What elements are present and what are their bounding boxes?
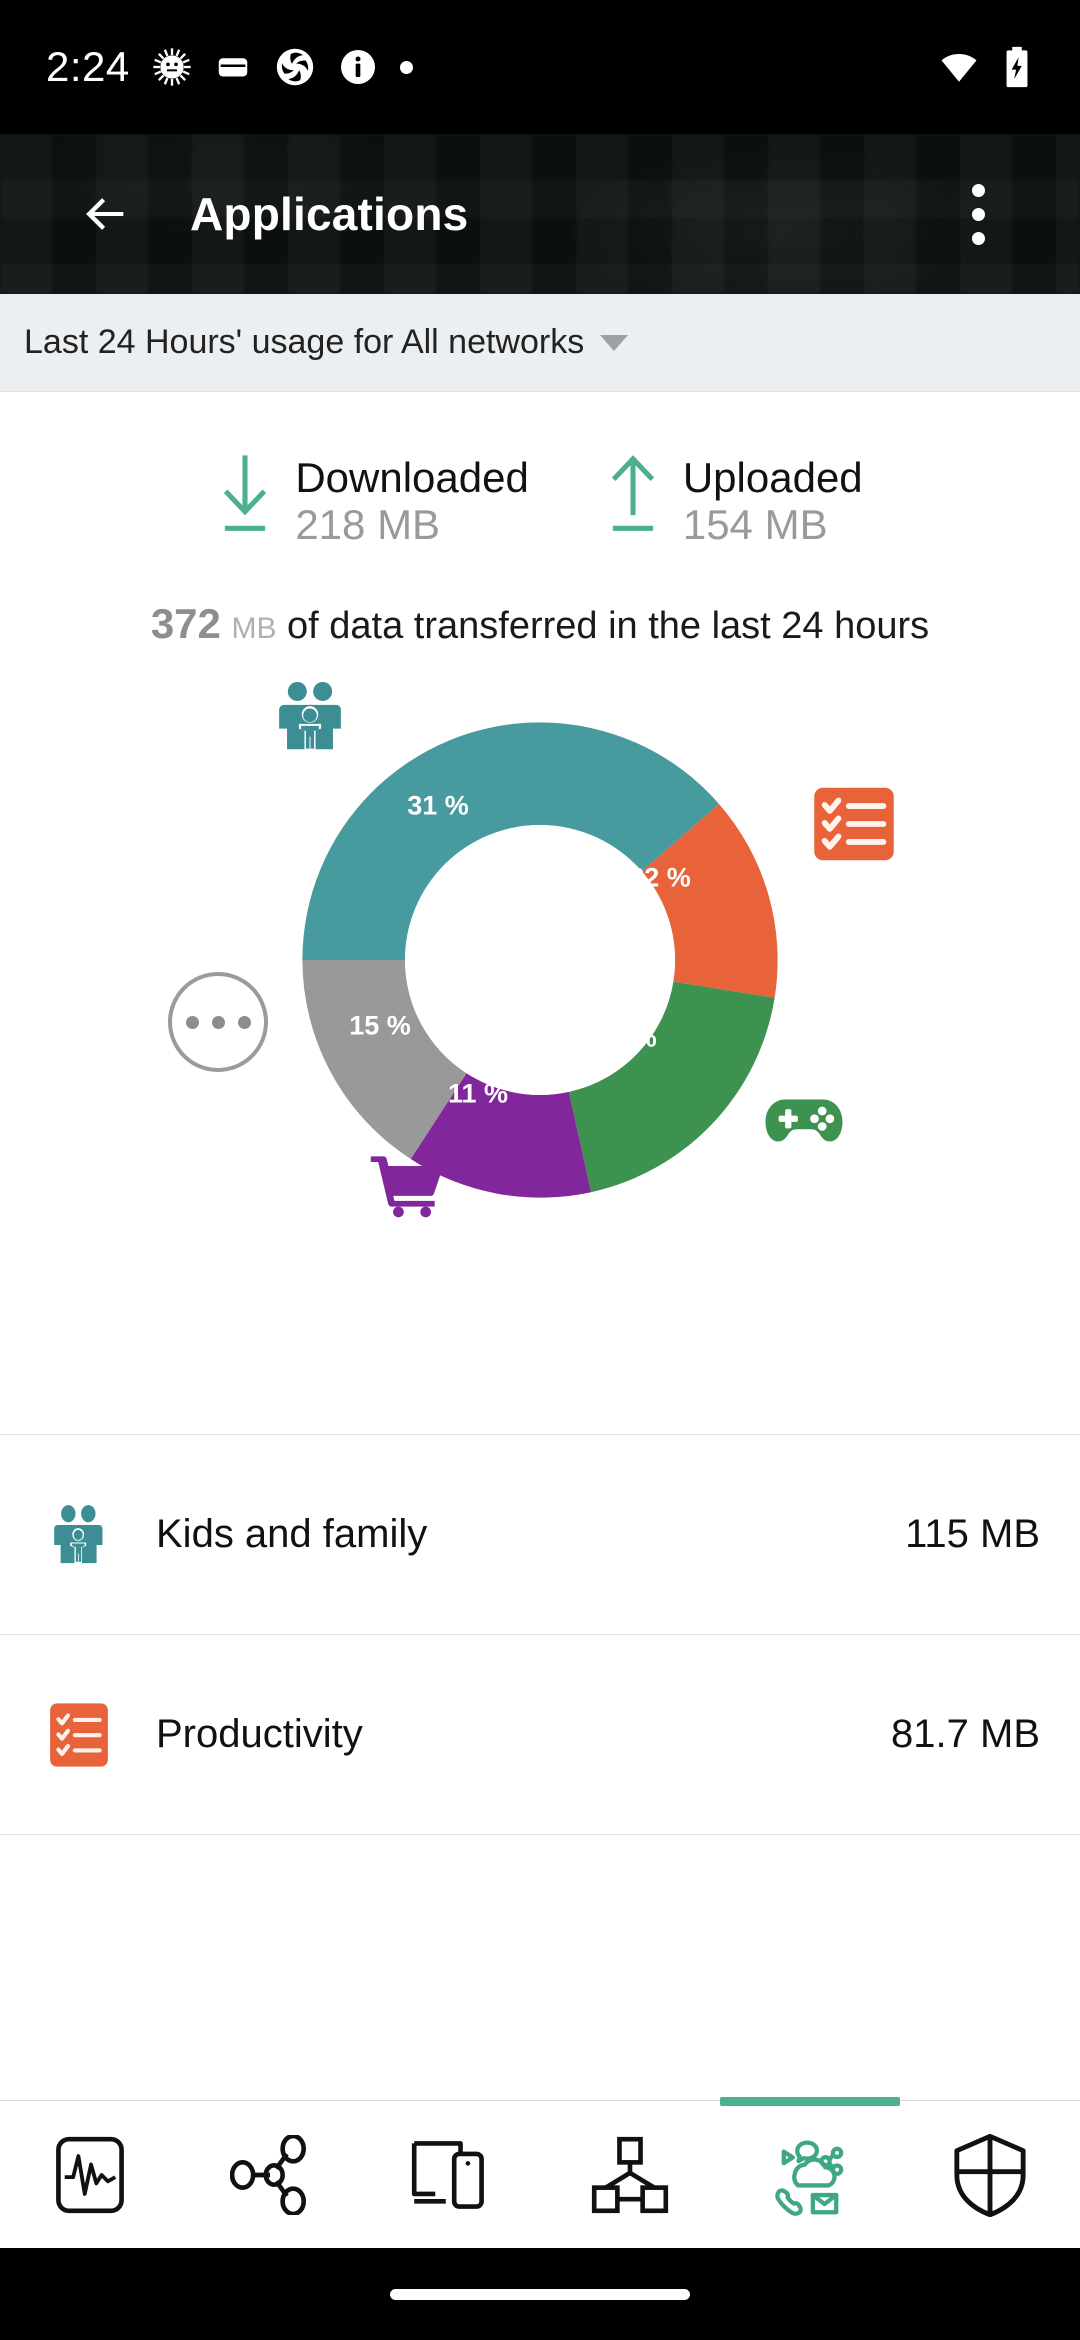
table-row[interactable]: Productivity 81.7 MB bbox=[0, 1635, 1080, 1836]
overflow-dot bbox=[971, 183, 985, 197]
other-icon[interactable] bbox=[168, 972, 268, 1073]
topology-icon bbox=[591, 2136, 669, 2213]
transfer-summary-text: of data transferred in the last 24 hours bbox=[287, 605, 930, 648]
downloaded-stat: Downloaded 218 MB bbox=[217, 454, 529, 548]
chevron-down-icon bbox=[600, 334, 629, 351]
row-label: Productivity bbox=[156, 1712, 363, 1757]
bottom-navigation bbox=[0, 2097, 1080, 2248]
wallet-icon bbox=[214, 48, 252, 86]
kids-and-family-icon bbox=[40, 1503, 118, 1567]
table-row[interactable]: Kids and family 115 MB bbox=[0, 1435, 1080, 1636]
wifi-icon bbox=[938, 46, 980, 88]
row-value: 115 MB bbox=[905, 1512, 1040, 1557]
devices-icon bbox=[411, 2140, 484, 2209]
transfer-amount: 372 bbox=[150, 600, 221, 648]
page-title: Applications bbox=[190, 188, 469, 240]
donut-svg bbox=[302, 722, 778, 1198]
applications-icon bbox=[775, 2139, 844, 2216]
dot-icon bbox=[399, 60, 413, 74]
other-dot bbox=[185, 1015, 199, 1029]
upload-arrow-icon bbox=[605, 454, 661, 545]
status-bar-left: 2:24 bbox=[46, 46, 413, 88]
slice-label-productivity: 22 % bbox=[629, 862, 691, 893]
nav-item-topology[interactable] bbox=[540, 2101, 720, 2248]
transfer-summary: 372 MB of data transferred in the last 2… bbox=[0, 600, 1080, 648]
filter-dropdown[interactable]: Last 24 Hours' usage for All networks bbox=[0, 294, 1080, 392]
status-bar: 2:24 bbox=[0, 0, 1080, 134]
app-bar-background bbox=[0, 134, 1080, 294]
overflow-menu-button[interactable] bbox=[938, 169, 1018, 259]
slice-label-other: 15 % bbox=[349, 1010, 411, 1041]
android-debug-icon bbox=[152, 47, 192, 87]
status-time: 2:24 bbox=[46, 43, 130, 90]
uploaded-value: 154 MB bbox=[682, 501, 828, 549]
phone-screen: 2:24 Applications Last 24 Hours' usage f… bbox=[0, 0, 1080, 2340]
shield-icon bbox=[954, 2133, 1026, 2217]
nav-item-applications[interactable] bbox=[720, 2097, 900, 2248]
other-dot bbox=[237, 1015, 251, 1029]
usage-stats: Downloaded 218 MB Uploaded 154 MB bbox=[0, 392, 1080, 548]
row-value: 81.7 MB bbox=[891, 1712, 1040, 1757]
network-graph-icon bbox=[230, 2134, 306, 2215]
slice-label-kids-and-family: 31 % bbox=[407, 790, 469, 821]
downloaded-value: 218 MB bbox=[295, 501, 441, 549]
aperture-icon bbox=[274, 46, 316, 88]
productivity-icon bbox=[40, 1702, 118, 1768]
home-gesture-pill[interactable] bbox=[390, 2288, 690, 2300]
downloaded-label: Downloaded bbox=[295, 454, 529, 501]
slice-label-games: 21 % bbox=[595, 1022, 657, 1053]
nav-item-monitor[interactable] bbox=[0, 2101, 180, 2248]
filter-label: Last 24 Hours' usage for All networks bbox=[24, 323, 585, 361]
info-icon bbox=[338, 47, 378, 87]
uploaded-stat: Uploaded 154 MB bbox=[605, 454, 863, 548]
category-list: Kids and family 115 MB Productivity 81.7… bbox=[0, 1434, 1080, 1836]
donut-graphic[interactable]: 31 % 22 % 21 % 11 % 15 % bbox=[270, 690, 810, 1230]
nav-item-shield[interactable] bbox=[900, 2101, 1080, 2248]
gesture-navigation-bar bbox=[0, 2248, 1080, 2340]
app-bar: Applications bbox=[0, 134, 1080, 294]
battery-charging-icon bbox=[1000, 45, 1034, 89]
status-bar-right bbox=[938, 45, 1034, 89]
active-tab-indicator bbox=[720, 2097, 900, 2106]
slice-label-shopping: 11 % bbox=[447, 1078, 509, 1109]
other-dot bbox=[211, 1015, 225, 1029]
monitor-icon bbox=[56, 2136, 124, 2213]
overflow-dot bbox=[971, 231, 985, 245]
category-donut-chart: 31 % 22 % 21 % 11 % 15 % bbox=[0, 674, 1080, 1434]
download-arrow-icon bbox=[217, 454, 273, 545]
nav-item-devices[interactable] bbox=[360, 2101, 540, 2248]
productivity-icon[interactable] bbox=[812, 786, 896, 867]
transfer-unit: MB bbox=[231, 612, 277, 646]
overflow-dot bbox=[971, 207, 985, 221]
uploaded-label: Uploaded bbox=[682, 454, 863, 501]
back-button[interactable] bbox=[64, 172, 148, 256]
row-label: Kids and family bbox=[156, 1512, 428, 1557]
nav-item-network-graph[interactable] bbox=[180, 2101, 360, 2248]
